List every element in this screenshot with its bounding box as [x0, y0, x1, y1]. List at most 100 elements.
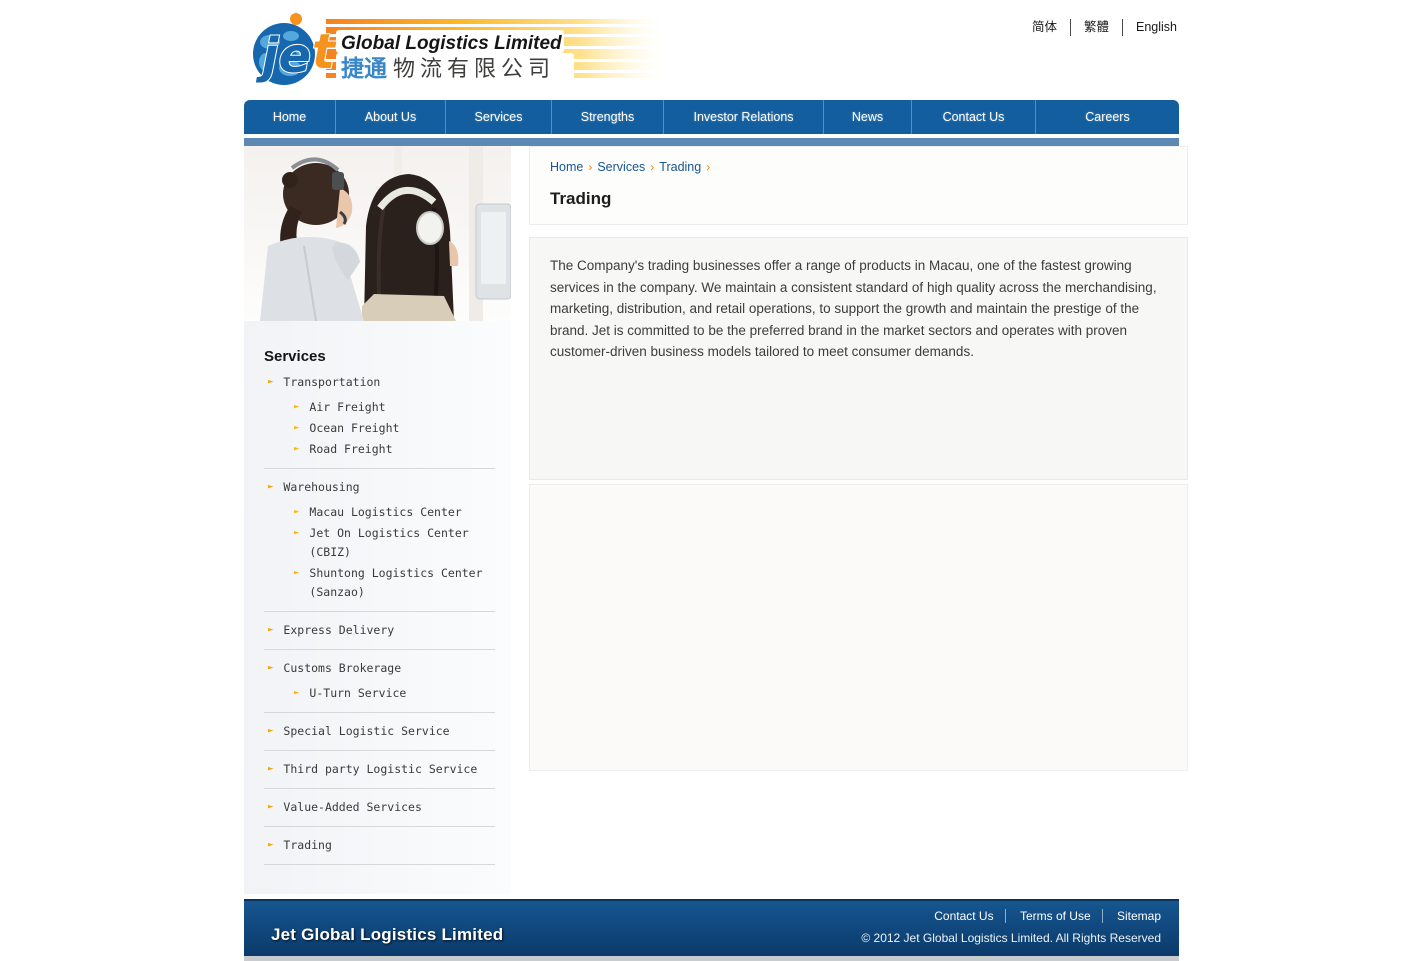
- main-column: Home › Services › Trading › Trading The Compa…: [529, 146, 1188, 894]
- nav-item-news[interactable]: News: [824, 100, 912, 134]
- sidebar-item-third-party-logistic-service[interactable]: ► Third party Logistic Service: [264, 760, 495, 779]
- menu-label: Ocean Freight: [309, 419, 399, 438]
- sidebar-item-customs-brokerage[interactable]: ► Customs Brokerage: [264, 659, 495, 678]
- nav-item-investor-relations[interactable]: Investor Relations: [664, 100, 824, 134]
- arrow-bullet-icon: ►: [294, 419, 299, 438]
- sidebar-item-u-turn-service[interactable]: ► U-Turn Service: [264, 684, 495, 703]
- nav-item-about-us[interactable]: About Us: [336, 100, 446, 134]
- jet-wordmark: je t: [255, 13, 337, 84]
- menu-label: Trading: [283, 836, 331, 855]
- menu-divider: [264, 468, 495, 469]
- menu-divider: [264, 750, 495, 751]
- nav-item-strengths[interactable]: Strengths: [552, 100, 664, 134]
- breadcrumb-trading[interactable]: Trading: [659, 160, 701, 174]
- lang-simplified-chinese[interactable]: 简体: [1019, 19, 1071, 36]
- lang-english[interactable]: English: [1123, 19, 1179, 36]
- lang-traditional-chinese[interactable]: 繁體: [1071, 19, 1123, 36]
- body-paragraph: The Company's trading businesses offer a…: [550, 255, 1167, 363]
- customer-service-photo: [244, 146, 511, 321]
- sidebar-item-road-freight[interactable]: ► Road Freight: [264, 440, 495, 459]
- sidebar: Services ► Transportation ► Air Freight …: [244, 146, 511, 894]
- page-header-panel: Home › Services › Trading › Trading: [529, 146, 1188, 225]
- arrow-bullet-icon: ►: [294, 398, 299, 417]
- sidebar-item-air-freight[interactable]: ► Air Freight: [264, 398, 495, 417]
- nav-item-services[interactable]: Services: [446, 100, 552, 134]
- language-switcher: 简体 繁體 English: [1019, 19, 1179, 36]
- arrow-bullet-icon: ►: [294, 503, 299, 522]
- arrow-bullet-icon: ►: [268, 798, 273, 817]
- sidebar-item-special-logistic-service[interactable]: ► Special Logistic Service: [264, 722, 495, 741]
- menu-divider: [264, 649, 495, 650]
- footer-company-name: Jet Global Logistics Limited: [271, 925, 503, 945]
- breadcrumb-arrow-icon: ›: [650, 160, 654, 174]
- services-menu: ► Transportation ► Air Freight ► Ocean F…: [244, 373, 511, 894]
- menu-divider: [264, 788, 495, 789]
- menu-divider: [264, 864, 495, 865]
- logo-company-en: Global Logistics Limited: [341, 33, 562, 54]
- menu-divider: [264, 712, 495, 713]
- menu-label-line2: (CBIZ): [309, 543, 468, 562]
- sidebar-item-warehousing[interactable]: ► Warehousing: [264, 478, 495, 497]
- menu-label: Transportation: [283, 373, 380, 392]
- arrow-bullet-icon: ►: [268, 836, 273, 855]
- footer: Jet Global Logistics Limited Contact Us …: [244, 899, 1179, 956]
- breadcrumb-home[interactable]: Home: [550, 160, 583, 174]
- svg-text:t: t: [312, 24, 337, 80]
- menu-label: Value-Added Services: [283, 798, 421, 817]
- breadcrumb-arrow-icon: ›: [588, 160, 592, 174]
- company-logo[interactable]: je t Global Logistics Limited 捷通 物流有限公司: [246, 8, 664, 90]
- arrow-bullet-icon: ►: [294, 440, 299, 459]
- sidebar-item-express-delivery[interactable]: ► Express Delivery: [264, 621, 495, 640]
- sidebar-item-trading[interactable]: ► Trading: [264, 836, 495, 855]
- menu-label: Shuntong Logistics Center (Sanzao): [309, 564, 482, 602]
- sidebar-heading: Services: [264, 348, 511, 365]
- footer-links: Contact Us Terms of Use Sitemap: [861, 909, 1163, 923]
- arrow-bullet-icon: ►: [268, 478, 273, 497]
- breadcrumb-arrow-icon: ›: [706, 160, 710, 174]
- menu-label-line1: Shuntong Logistics Center: [309, 566, 482, 580]
- menu-label: Air Freight: [309, 398, 385, 417]
- page-container: je t Global Logistics Limited 捷通 物流有限公司 …: [244, 0, 1179, 961]
- header: je t Global Logistics Limited 捷通 物流有限公司 …: [244, 0, 1179, 100]
- nav-item-home[interactable]: Home: [244, 100, 336, 134]
- arrow-bullet-icon: ►: [294, 684, 299, 703]
- menu-label: Jet On Logistics Center (CBIZ): [309, 524, 468, 562]
- footer-link-contact-us[interactable]: Contact Us: [923, 909, 1005, 923]
- arrow-bullet-icon: ►: [294, 564, 299, 602]
- sidebar-item-transportation[interactable]: ► Transportation: [264, 373, 495, 392]
- arrow-bullet-icon: ►: [268, 621, 273, 640]
- page-content-panel: The Company's trading businesses offer a…: [529, 237, 1188, 480]
- menu-divider: [264, 611, 495, 612]
- arrow-bullet-icon: ►: [268, 659, 273, 678]
- page-title: Trading: [550, 189, 1167, 209]
- footer-link-terms-of-use[interactable]: Terms of Use: [1009, 909, 1103, 923]
- nav-item-contact-us[interactable]: Contact Us: [912, 100, 1036, 134]
- nav-accent-strip: [244, 138, 1179, 146]
- sidebar-item-value-added-services[interactable]: ► Value-Added Services: [264, 798, 495, 817]
- sidebar-item-jet-on-logistics-center[interactable]: ► Jet On Logistics Center (CBIZ): [264, 524, 495, 562]
- footer-link-sitemap[interactable]: Sitemap: [1106, 909, 1163, 923]
- menu-divider: [264, 826, 495, 827]
- menu-label-line2: (Sanzao): [309, 583, 482, 602]
- footer-copyright: © 2012 Jet Global Logistics Limited. All…: [861, 931, 1163, 945]
- breadcrumb-services[interactable]: Services: [597, 160, 645, 174]
- nav-item-careers[interactable]: Careers: [1036, 100, 1179, 134]
- sidebar-item-ocean-freight[interactable]: ► Ocean Freight: [264, 419, 495, 438]
- arrow-bullet-icon: ►: [268, 760, 273, 779]
- menu-label-line1: Jet On Logistics Center: [309, 526, 468, 540]
- breadcrumb: Home › Services › Trading ›: [550, 160, 1167, 174]
- arrow-bullet-icon: ►: [294, 524, 299, 562]
- menu-label: Express Delivery: [283, 621, 394, 640]
- menu-label: Road Freight: [309, 440, 392, 459]
- menu-label: U-Turn Service: [309, 684, 406, 703]
- arrow-bullet-icon: ►: [268, 373, 273, 392]
- main-navigation: Home About Us Services Strengths Investo…: [244, 100, 1179, 134]
- arrow-bullet-icon: ►: [268, 722, 273, 741]
- menu-label: Third party Logistic Service: [283, 760, 477, 779]
- footer-right-block: Contact Us Terms of Use Sitemap © 2012 J…: [861, 909, 1163, 945]
- menu-label: Special Logistic Service: [283, 722, 449, 741]
- sidebar-item-macau-logistics-center[interactable]: ► Macau Logistics Center: [264, 503, 495, 522]
- menu-label: Customs Brokerage: [283, 659, 401, 678]
- sidebar-item-shuntong-logistics-center[interactable]: ► Shuntong Logistics Center (Sanzao): [264, 564, 495, 602]
- logo-company-zh-highlight: 捷通: [341, 55, 387, 81]
